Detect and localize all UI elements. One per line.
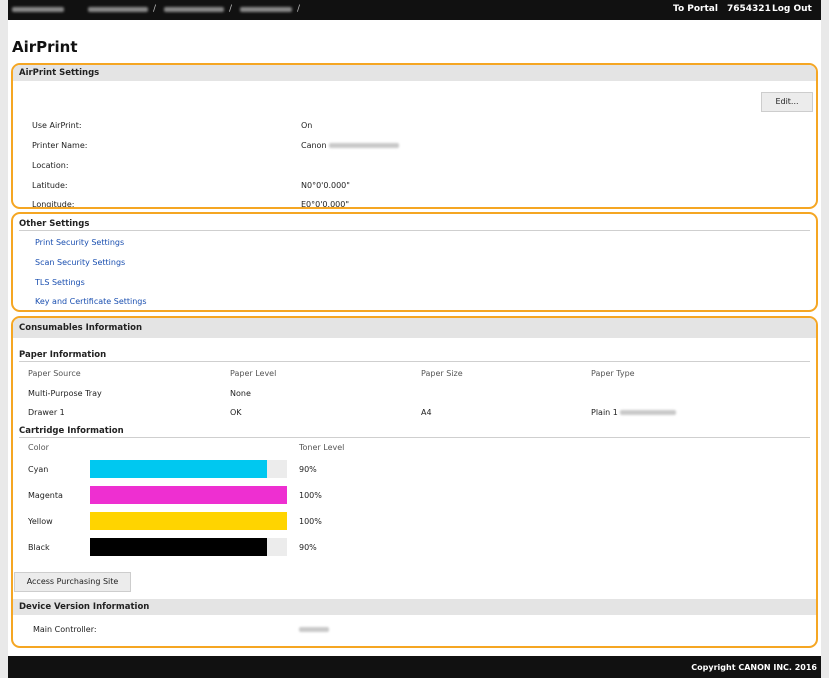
cartridge-black-label: Black	[28, 543, 50, 552]
longitude-label: Longitude:	[32, 200, 75, 209]
tls-settings-link[interactable]: TLS Settings	[35, 278, 85, 287]
breadcrumb-model-name	[88, 7, 148, 12]
breadcrumb-separator: /	[153, 4, 157, 14]
paper-level-mp-tray: None	[230, 389, 251, 398]
paper-source-mp-tray: Multi-Purpose Tray	[28, 389, 102, 398]
cyan-toner-level: 90%	[299, 465, 317, 474]
main-controller-label: Main Controller:	[33, 625, 97, 634]
consumables-section: Consumables Information Paper Informatio…	[11, 316, 818, 648]
printer-name-text: Canon	[301, 141, 327, 150]
cyan-toner-fill	[90, 460, 268, 478]
other-settings-header: Other Settings	[19, 219, 810, 231]
paper-information-header: Paper Information	[19, 350, 810, 362]
magenta-toner-bar	[90, 486, 287, 504]
breadcrumb-device-name	[12, 7, 64, 12]
toner-level-header: Toner Level	[299, 443, 345, 452]
yellow-toner-fill	[90, 512, 287, 530]
cartridge-magenta-label: Magenta	[28, 491, 63, 500]
cartridge-cyan-label: Cyan	[28, 465, 49, 474]
top-bar: / / / To Portal 7654321 Log Out	[8, 0, 821, 20]
main-controller-redacted	[299, 627, 329, 632]
paper-type-text: Plain 1	[591, 408, 618, 417]
page-title: AirPrint	[12, 38, 78, 56]
scan-security-settings-link[interactable]: Scan Security Settings	[35, 258, 125, 267]
latitude-label: Latitude:	[32, 181, 68, 190]
use-airprint-label: Use AirPrint:	[32, 121, 82, 130]
print-security-settings-link[interactable]: Print Security Settings	[35, 238, 124, 247]
copyright-text: Copyright CANON INC. 2016	[691, 663, 817, 672]
edit-button[interactable]: Edit...	[761, 92, 813, 112]
paper-source-header: Paper Source	[28, 369, 81, 378]
magenta-toner-level: 100%	[299, 491, 322, 500]
paper-level-header: Paper Level	[230, 369, 277, 378]
use-airprint-value: On	[301, 121, 313, 130]
paper-size-drawer1: A4	[421, 408, 432, 417]
breadcrumb-model-name-3	[240, 7, 292, 12]
breadcrumb-model-name-2	[164, 7, 224, 12]
user-id: 7654321	[727, 4, 771, 14]
other-settings-section: Other Settings Print Security Settings S…	[11, 212, 818, 312]
paper-source-drawer1: Drawer 1	[28, 408, 65, 417]
breadcrumb-separator: /	[297, 4, 301, 14]
main-controller-value	[299, 625, 329, 634]
consumables-header: Consumables Information	[13, 318, 816, 338]
page: / / / To Portal 7654321 Log Out AirPrint…	[8, 0, 821, 678]
black-toner-bar	[90, 538, 287, 556]
yellow-toner-bar	[90, 512, 287, 530]
airprint-settings-header: AirPrint Settings	[13, 65, 816, 81]
paper-type-redacted	[620, 410, 677, 415]
black-toner-fill	[90, 538, 268, 556]
device-version-header: Device Version Information	[13, 599, 816, 615]
to-portal-link[interactable]: To Portal	[673, 4, 718, 14]
cyan-toner-bar	[90, 460, 287, 478]
yellow-toner-level: 100%	[299, 517, 322, 526]
paper-level-drawer1: OK	[230, 408, 242, 417]
footer: Copyright CANON INC. 2016	[8, 656, 821, 678]
cartridge-yellow-label: Yellow	[28, 517, 53, 526]
location-label: Location:	[32, 161, 69, 170]
printer-name-label: Printer Name:	[32, 141, 88, 150]
paper-type-drawer1: Plain 1	[591, 408, 677, 417]
cartridge-information-header: Cartridge Information	[19, 426, 810, 438]
color-header: Color	[28, 443, 49, 452]
logout-link[interactable]: Log Out	[772, 4, 812, 14]
printer-name-redacted	[329, 143, 400, 148]
paper-type-header: Paper Type	[591, 369, 635, 378]
printer-name-value: Canon	[301, 141, 400, 150]
black-toner-level: 90%	[299, 543, 317, 552]
paper-size-header: Paper Size	[421, 369, 463, 378]
breadcrumb-separator: /	[229, 4, 233, 14]
longitude-value: E0°0'0.000"	[301, 200, 350, 209]
key-and-certificate-settings-link[interactable]: Key and Certificate Settings	[35, 297, 147, 306]
latitude-value: N0°0'0.000"	[301, 181, 350, 190]
airprint-settings-section: AirPrint Settings Edit... Use AirPrint: …	[11, 63, 818, 209]
magenta-toner-fill	[90, 486, 287, 504]
access-purchasing-site-button[interactable]: Access Purchasing Site	[14, 572, 131, 592]
